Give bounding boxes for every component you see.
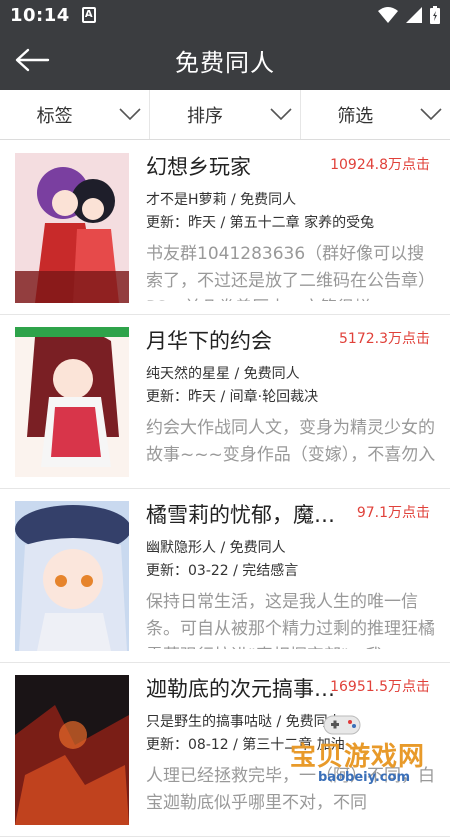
click-count: 5172.3万点击: [339, 331, 430, 347]
book-description: 保持日常生活，这是我人生的唯一信条。可自从被那个精力过剩的推理狂橘雪莉强行拉进"…: [146, 592, 435, 649]
cover-art: [15, 153, 129, 303]
click-count: 10924.8万点击: [330, 157, 430, 173]
book-title: 幻想乡玩家: [146, 155, 251, 179]
battery-icon: [430, 6, 440, 24]
gamepad-icon: [323, 715, 361, 735]
signal-icon: [406, 7, 422, 23]
list-item[interactable]: 橘雪莉的忧郁，魔女… 97.1万点击 幽默隐形人 / 免费同人 更新：03-22…: [0, 489, 450, 663]
page-title: 免费同人: [175, 48, 275, 77]
book-author-category: 才不是H萝莉 / 免费同人: [146, 192, 297, 208]
list-item[interactable]: 幻想乡玩家 10924.8万点击 才不是H萝莉 / 免费同人 更新：昨天 / 第…: [0, 141, 450, 315]
filter-sort[interactable]: 排序: [150, 90, 301, 139]
book-cover[interactable]: [15, 675, 129, 825]
watermark: 宝贝游戏网 baobeiy.com: [290, 712, 450, 800]
chevron-down-icon: [270, 108, 292, 121]
watermark-url: baobeiy.com: [318, 770, 410, 785]
notification-icon: A: [81, 7, 96, 23]
filter-label: 标签: [36, 105, 73, 127]
back-button[interactable]: [14, 42, 54, 78]
book-update: 更新：昨天 / 第五十二章 家养的受兔: [146, 215, 375, 231]
filter-bar: 标签 排序 筛选: [0, 90, 450, 140]
chevron-down-icon: [420, 108, 442, 121]
app-bar: 免费同人: [0, 30, 450, 90]
book-title: 橘雪莉的忧郁，魔女…: [146, 503, 336, 527]
status-bar: 10:14 A: [0, 0, 450, 30]
book-update: 更新：昨天 / 间章·轮回裁决: [146, 389, 319, 405]
wifi-icon: [378, 7, 398, 23]
book-description: 约会大作战同人文，变身为精灵少女的故事~~~变身作品（变嫁），不喜勿入: [146, 418, 436, 465]
chevron-down-icon: [119, 108, 141, 121]
book-cover[interactable]: [15, 327, 129, 477]
filter-tags[interactable]: 标签: [0, 90, 151, 139]
filter-screen[interactable]: 筛选: [301, 90, 450, 139]
filter-label: 筛选: [337, 105, 374, 127]
cover-art: [15, 327, 129, 477]
book-cover[interactable]: [15, 153, 129, 303]
book-title: 迦勒底的次元搞事…: [146, 677, 335, 701]
back-arrow-icon: [15, 48, 50, 72]
book-cover[interactable]: [15, 501, 129, 651]
click-count: 97.1万点击: [356, 505, 430, 521]
status-time: 10:14: [10, 4, 70, 26]
cover-art: [15, 675, 129, 825]
list-item[interactable]: 月华下的约会 5172.3万点击 纯天然的星星 / 免费同人 更新：昨天 / 间…: [0, 315, 450, 489]
filter-label: 排序: [186, 105, 223, 127]
book-title: 月华下的约会: [146, 329, 272, 353]
status-icons: [378, 6, 440, 24]
book-author-category: 纯天然的星星 / 免费同人: [146, 366, 300, 382]
book-description: 书友群1041283636（群好像可以搜索了，不过还是放了二维码在公告章）PS：…: [146, 244, 435, 301]
cover-art: [15, 501, 129, 651]
watermark-text: 宝贝游戏网: [290, 742, 426, 772]
click-count: 16951.5万点击: [330, 679, 430, 695]
book-author-category: 幽默隐形人 / 免费同人: [146, 540, 286, 556]
book-update: 更新：03-22 / 完结感言: [146, 563, 299, 579]
